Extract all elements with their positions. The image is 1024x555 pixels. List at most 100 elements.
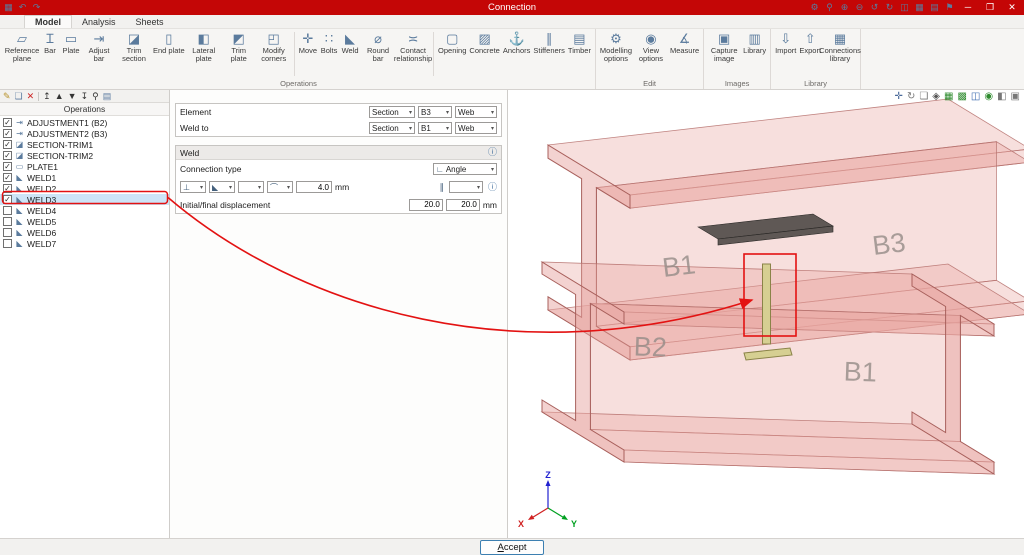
search-icon[interactable]: ⚲ [825, 0, 834, 15]
weld-to-type-select[interactable]: Section [369, 122, 415, 134]
tab-model[interactable]: Model [24, 15, 72, 28]
checkbox[interactable] [3, 151, 12, 160]
ribbon-button-move[interactable]: ✛ Move [298, 31, 318, 55]
tree-item-weld4[interactable]: ◣ WELD4 [0, 205, 169, 216]
weld-contour-select[interactable]: ⌒ [267, 181, 293, 193]
minimize-button[interactable]: ─ [960, 0, 976, 15]
search-icon[interactable]: ⚲ [92, 90, 99, 103]
report-icon[interactable]: ▤ [103, 90, 112, 103]
copy-icon[interactable]: ❏ [15, 90, 23, 103]
camera-icon[interactable]: ▣ [1011, 91, 1020, 103]
checkbox[interactable] [3, 184, 12, 193]
weld-option-select[interactable] [238, 181, 264, 193]
reports-icon[interactable]: ▤ [930, 0, 939, 15]
ribbon-button-measure[interactable]: ∡ Measure [669, 31, 700, 55]
ribbon-button-round-bar[interactable]: ⌀ Round bar [361, 31, 395, 63]
ribbon-button-lateral-plate[interactable]: ◧ Lateral plate [187, 31, 221, 63]
viewport-3d[interactable]: ✛ ↻ ❏ ◈ ▦ ▩ ◫ ◉ ◧ ▣ [508, 90, 1024, 538]
weld3-vertical[interactable] [763, 264, 771, 344]
weld-extra-select[interactable] [449, 181, 483, 193]
edit-icon[interactable]: ✎ [3, 90, 11, 103]
ribbon-button-trim-plate[interactable]: ◩ Trim plate [222, 31, 256, 63]
ribbon-button-adjust-bar[interactable]: ⇥ Adjust bar [82, 31, 116, 63]
accept-button[interactable]: Accept [480, 540, 543, 555]
tree-item-weld6[interactable]: ◣ WELD6 [0, 227, 169, 238]
weld-to-name-select[interactable]: B1 [418, 122, 452, 134]
move-bottom-icon[interactable]: ↧ [81, 90, 89, 103]
weld-thickness-input[interactable] [296, 181, 332, 193]
weld-to-part-select[interactable]: Web [455, 122, 497, 134]
solid-view-icon[interactable]: ◈ [932, 91, 940, 103]
print-icon[interactable]: ❏ [919, 91, 928, 103]
undo-icon[interactable]: ↶ [18, 0, 27, 15]
ribbon-button-bolts[interactable]: ∷ Bolts [319, 31, 339, 55]
windows-icon[interactable]: ◫ [900, 0, 909, 15]
ribbon-button-contact-relationship[interactable]: ≍ Contact relationship [396, 31, 430, 63]
ribbon-button-plate[interactable]: ▭ Plate [61, 31, 81, 55]
ribbon-button-opening[interactable]: ▢ Opening [437, 31, 467, 55]
tree-item-section-trim2[interactable]: ◪ SECTION-TRIM2 [0, 150, 169, 161]
checkbox[interactable] [3, 118, 12, 127]
weld-shape-select[interactable]: ◣ [209, 181, 235, 193]
info-icon[interactable]: ⓘ [488, 148, 497, 157]
ribbon-button-timber[interactable]: ▤ Timber [567, 31, 592, 55]
checkbox[interactable] [3, 228, 12, 237]
element-name-select[interactable]: B3 [418, 106, 452, 118]
maximize-button[interactable]: ❐ [982, 0, 998, 15]
ribbon-button-trim-section[interactable]: ◪ Trim section [117, 31, 151, 63]
tree-item-weld7[interactable]: ◣ WELD7 [0, 238, 169, 249]
ribbon-button-capture-image[interactable]: ▣ Capture image [707, 31, 741, 63]
shade-icon[interactable]: ◧ [997, 91, 1006, 103]
ribbon-button-connections-library[interactable]: ▦ Connections library [823, 31, 857, 63]
tree-item-adjustment1[interactable]: ⇥ ADJUSTMENT1 (B2) [0, 117, 169, 128]
element-type-select[interactable]: Section [369, 106, 415, 118]
app-icon[interactable]: ▦ [4, 0, 13, 15]
grid-icon[interactable]: ▦ [915, 0, 924, 15]
delete-icon[interactable]: ✕ [27, 90, 35, 103]
flag-icon[interactable]: ⚑ [945, 0, 954, 15]
initial-displacement-input[interactable] [409, 199, 443, 211]
orientation-icon[interactable]: ✛ [895, 91, 903, 103]
close-button[interactable]: ✕ [1004, 0, 1020, 15]
ribbon-button-reference-plane[interactable]: ▱ Reference plane [5, 31, 39, 63]
ribbon-button-image-library[interactable]: ▥ Library [742, 31, 767, 55]
tree-item-weld2[interactable]: ◣ WELD2 [0, 183, 169, 194]
checkbox[interactable] [3, 217, 12, 226]
tree-item-adjustment2[interactable]: ⇥ ADJUSTMENT2 (B3) [0, 128, 169, 139]
rotate-view-icon[interactable]: ↻ [907, 91, 915, 103]
checkbox[interactable] [3, 239, 12, 248]
panels-icon[interactable]: ◫ [971, 91, 980, 103]
ribbon-button-bar[interactable]: Ɪ Bar [40, 31, 60, 55]
checkbox[interactable] [3, 140, 12, 149]
connection-type-select[interactable]: ∟Angle [433, 163, 497, 175]
move-top-icon[interactable]: ↥ [43, 90, 51, 103]
tree-item-weld1[interactable]: ◣ WELD1 [0, 172, 169, 183]
ribbon-button-stiffeners[interactable]: ∥ Stiffeners [532, 31, 566, 55]
tab-sheets[interactable]: Sheets [126, 16, 174, 28]
element-part-select[interactable]: Web [455, 106, 497, 118]
ribbon-button-view-options[interactable]: ◉ View options [634, 31, 668, 63]
ribbon-button-modelling-options[interactable]: ⚙ Modelling options [599, 31, 633, 63]
next-view-icon[interactable]: ↻ [885, 0, 894, 15]
ribbon-button-weld[interactable]: ◣ Weld [340, 31, 360, 55]
ribbon-button-import[interactable]: ⇩ Import [774, 31, 797, 55]
ribbon-button-end-plate[interactable]: ▯ End plate [152, 31, 186, 55]
redo-icon[interactable]: ↷ [32, 0, 41, 15]
checkbox[interactable] [3, 173, 12, 182]
visibility-icon[interactable]: ◉ [984, 91, 993, 103]
zoom-in-icon[interactable]: ⊕ [840, 0, 849, 15]
tree-item-section-trim1[interactable]: ◪ SECTION-TRIM1 [0, 139, 169, 150]
move-up-icon[interactable]: ▲ [55, 90, 64, 103]
zoom-out-icon[interactable]: ⊖ [855, 0, 864, 15]
settings-icon[interactable]: ⚙ [810, 0, 819, 15]
ribbon-button-modify-corners[interactable]: ◰ Modify corners [257, 31, 291, 63]
checkbox[interactable] [3, 195, 12, 204]
tab-analysis[interactable]: Analysis [72, 16, 126, 28]
layers-icon[interactable]: ▩ [957, 91, 966, 103]
model-scene[interactable]: B1 B3 B2 B1 Z X Y [508, 90, 1024, 538]
weld-symbol-select[interactable]: ⊥ [180, 181, 206, 193]
checkbox[interactable] [3, 206, 12, 215]
grid-icon[interactable]: ▦ [944, 91, 953, 103]
tree-item-weld5[interactable]: ◣ WELD5 [0, 216, 169, 227]
final-displacement-input[interactable] [446, 199, 480, 211]
